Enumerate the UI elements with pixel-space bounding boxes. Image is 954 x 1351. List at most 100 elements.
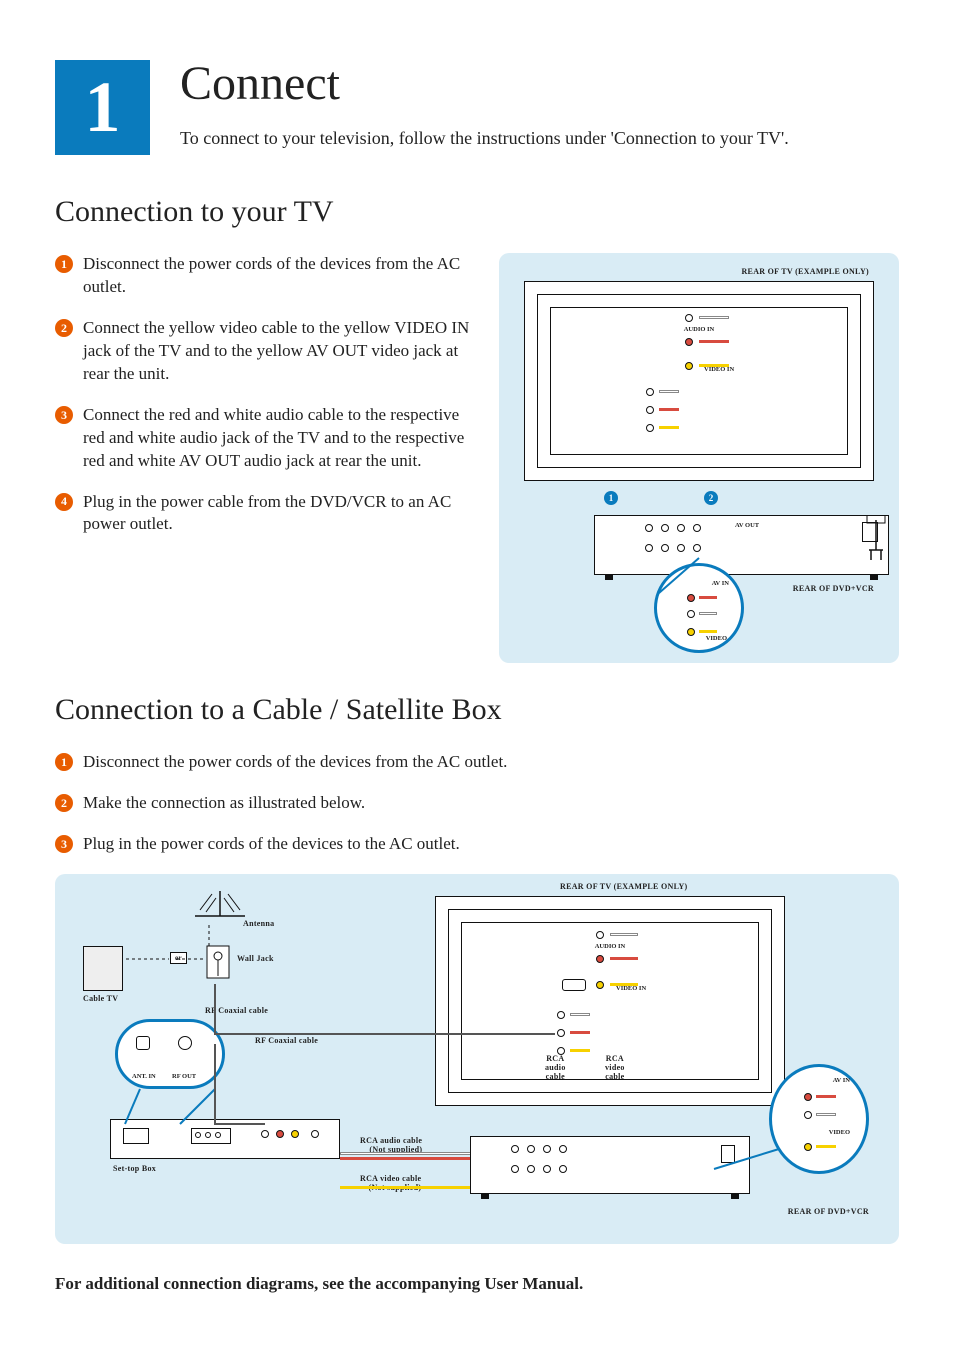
port: [693, 524, 701, 532]
port: [511, 1165, 519, 1173]
cable-stub: [610, 983, 638, 986]
port-label: RF OUT: [172, 1073, 196, 1080]
section-tv-connection: Connection to your TV 1 Disconnect the p…: [55, 195, 899, 663]
step-text: Connect the red and white audio cable to…: [83, 404, 479, 473]
step-text: Disconnect the power cords of the device…: [83, 253, 479, 299]
cable-white: [340, 1152, 480, 1155]
port-label: AV IN: [712, 580, 729, 587]
step-bullet: 3: [55, 406, 73, 424]
foot: [605, 574, 613, 580]
coax-cable-line: [205, 974, 565, 1144]
cable-stub: [659, 390, 679, 393]
diagram-marker: 2: [704, 491, 718, 505]
page-header: 1 Connect To connect to your television,…: [55, 60, 899, 155]
list-item: 2 Connect the yellow video cable to the …: [55, 317, 479, 386]
step-bullet: 2: [55, 319, 73, 337]
list-item: 4 Plug in the power cable from the DVD/V…: [55, 491, 479, 537]
step-text: Disconnect the power cords of the device…: [83, 751, 507, 774]
cable-stub: [570, 1013, 590, 1016]
cable-red: [699, 340, 729, 343]
port-label: VIDEO IN: [704, 366, 734, 373]
step-bullet: 1: [55, 255, 73, 273]
port: [596, 981, 604, 989]
list-item: 3 Plug in the power cords of the devices…: [55, 833, 899, 856]
diagram-tv-connection: REAR OF TV (EXAMPLE ONLY) AUDIO IN VIDEO…: [499, 253, 899, 663]
step-text: Plug in the power cords of the devices t…: [83, 833, 460, 856]
steps-list: 1 Disconnect the power cords of the devi…: [55, 751, 899, 856]
cable-stub: [816, 1145, 836, 1148]
dvdvcr-outline: AV OUT: [594, 515, 889, 575]
dvdvcr-outline: [470, 1136, 750, 1194]
port: [543, 1145, 551, 1153]
port-label: VIDEO: [706, 635, 727, 642]
dashed-lines: [121, 919, 221, 979]
misc-port: [646, 406, 654, 414]
step-bullet: 3: [55, 835, 73, 853]
port: [661, 524, 669, 532]
tv-ports-panel: AUDIO IN VIDEO IN: [550, 307, 848, 455]
diagram-label: Wall Jack: [237, 954, 274, 963]
step-bullet: 1: [55, 753, 73, 771]
foot: [870, 574, 878, 580]
footer-note: For additional connection diagrams, see …: [55, 1274, 899, 1294]
page-intro: To connect to your television, follow th…: [180, 126, 899, 151]
antenna-icon: [190, 886, 250, 921]
cable-stub: [570, 1031, 590, 1034]
diagram-label: RCA video cable: [605, 1054, 625, 1081]
port: [687, 610, 695, 618]
cable-stub: [659, 426, 679, 429]
diagram-marker: 1: [604, 491, 618, 505]
port-label: AUDIO IN: [684, 326, 715, 333]
step-bullet: 2: [55, 794, 73, 812]
port: [559, 1165, 567, 1173]
step-text: Make the connection as illustrated below…: [83, 792, 365, 815]
section-title: Connection to your TV: [55, 195, 899, 229]
step-number: 1: [85, 66, 121, 149]
title-column: Connect To connect to your television, f…: [180, 60, 899, 151]
section-title: Connection to a Cable / Satellite Box: [55, 693, 899, 727]
port-label: AUDIO IN: [595, 943, 626, 950]
zoom-connector-line: [709, 1144, 789, 1184]
step-bullet: 4: [55, 493, 73, 511]
power-plug-icon: [861, 515, 891, 565]
cable-red: [340, 1157, 480, 1160]
diagram-cable-satellite: REAR OF TV (EXAMPLE ONLY) Antenna or Cab…: [55, 874, 899, 1244]
rf-port: [562, 979, 586, 991]
port: [677, 524, 685, 532]
cable-stub: [610, 957, 638, 960]
tv-outline: AUDIO IN VIDEO IN: [524, 281, 874, 481]
tv-inner: AUDIO IN VIDEO IN: [537, 294, 861, 468]
port: [596, 955, 604, 963]
foot: [731, 1193, 739, 1199]
page-title: Connect: [180, 60, 899, 108]
step-number-box: 1: [55, 60, 150, 155]
port: [543, 1165, 551, 1173]
section-cable-satellite: Connection to a Cable / Satellite Box 1 …: [55, 693, 899, 1244]
port: [804, 1111, 812, 1119]
steps-list: 1 Disconnect the power cords of the devi…: [55, 253, 479, 554]
port-label: VIDEO: [829, 1129, 850, 1136]
port-label: VIDEO IN: [616, 985, 646, 992]
port: [645, 544, 653, 552]
cable-tv-box: [83, 946, 123, 991]
port: [661, 544, 669, 552]
cable-stub: [610, 933, 638, 936]
port: [693, 544, 701, 552]
step-text: Plug in the power cable from the DVD/VCR…: [83, 491, 479, 537]
diagram-label: RCA video cable (Not supplied): [360, 1174, 421, 1192]
port: [804, 1093, 812, 1101]
port: [511, 1145, 519, 1153]
port: [687, 628, 695, 636]
port: [527, 1165, 535, 1173]
cable-stub: [570, 1049, 590, 1052]
cable-yellow: [699, 364, 729, 367]
port: [677, 544, 685, 552]
list-item: 3 Connect the red and white audio cable …: [55, 404, 479, 473]
cable-white: [699, 316, 729, 319]
port: [804, 1143, 812, 1151]
cable-stub: [659, 408, 679, 411]
port: [559, 1145, 567, 1153]
diagram-label: Cable TV: [83, 994, 118, 1003]
content-row: 1 Disconnect the power cords of the devi…: [55, 253, 899, 663]
settop-port: [123, 1128, 149, 1144]
